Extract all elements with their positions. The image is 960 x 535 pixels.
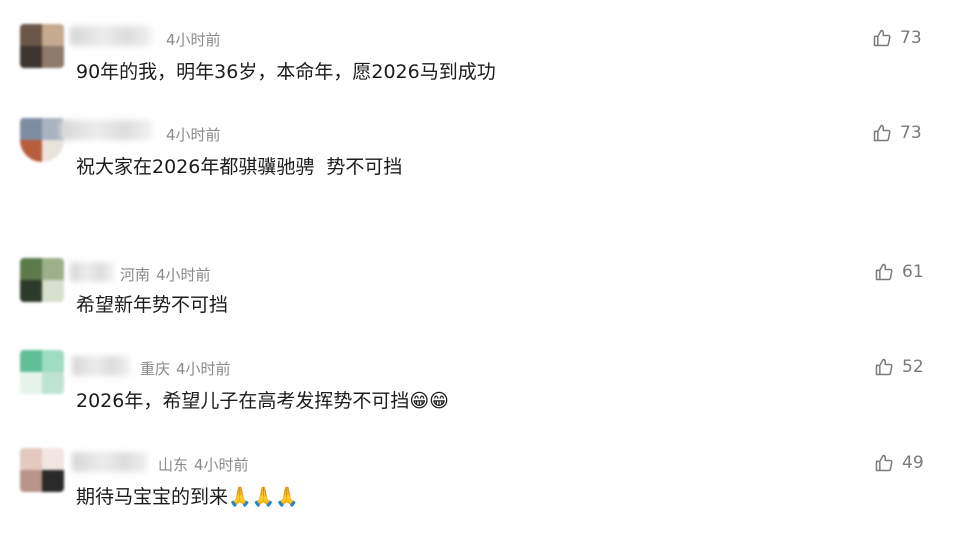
comment-time: 4小时前 bbox=[166, 31, 221, 49]
comment-text: 祝大家在2026年都骐骥驰骋 势不可挡 bbox=[76, 156, 403, 178]
comment-text: 2026年，希望儿子在高考发挥势不可挡😁😁 bbox=[76, 386, 449, 413]
username-blurred[interactable] bbox=[70, 262, 114, 282]
comment-location: 重庆 bbox=[140, 360, 171, 378]
like-count: 49 bbox=[902, 453, 924, 473]
like-count: 73 bbox=[900, 28, 922, 48]
like-count: 61 bbox=[902, 262, 924, 282]
comment-meta: 4小时前 bbox=[166, 29, 221, 50]
comment-text: 希望新年势不可挡 bbox=[76, 294, 229, 316]
comment-text-body: 期待马宝宝的到来 bbox=[76, 486, 229, 508]
username-blurred[interactable] bbox=[72, 356, 130, 376]
like-button[interactable]: 52 bbox=[874, 357, 924, 377]
like-button[interactable]: 61 bbox=[874, 262, 924, 282]
comment-location: 河南 bbox=[120, 266, 151, 284]
comment-text: 期待马宝宝的到来🙏🙏🙏 bbox=[76, 482, 299, 509]
thumbs-up-icon bbox=[873, 29, 891, 47]
comment-location: 山东 bbox=[158, 456, 189, 474]
comment-meta: 山东 4小时前 bbox=[158, 454, 249, 475]
thumbs-up-icon bbox=[875, 263, 893, 281]
like-count: 52 bbox=[902, 357, 924, 377]
like-count: 73 bbox=[900, 123, 922, 143]
comment-text-body: 2026年，希望儿子在高考发挥势不可挡 bbox=[76, 390, 410, 412]
comment-time: 4小时前 bbox=[166, 126, 221, 144]
comment-time: 4小时前 bbox=[194, 456, 249, 474]
thumbs-up-icon bbox=[875, 358, 893, 376]
emoji-pray: 🙏🙏🙏 bbox=[228, 486, 299, 508]
username-blurred[interactable] bbox=[72, 452, 148, 472]
like-button[interactable]: 73 bbox=[872, 28, 922, 48]
comment-text: 90年的我，明年36岁，本命年，愿2026马到成功 bbox=[76, 61, 496, 83]
comment-meta: 重庆 4小时前 bbox=[140, 358, 231, 379]
comment-meta: 4小时前 bbox=[166, 124, 221, 145]
emoji-grin: 😁😁 bbox=[409, 390, 449, 412]
comment-time: 4小时前 bbox=[176, 360, 231, 378]
avatar[interactable] bbox=[20, 448, 64, 492]
comment-time: 4小时前 bbox=[156, 266, 211, 284]
username-blurred[interactable] bbox=[70, 26, 152, 46]
like-button[interactable]: 73 bbox=[872, 123, 922, 143]
thumbs-up-icon bbox=[875, 454, 893, 472]
username-blurred[interactable] bbox=[60, 120, 152, 140]
thumbs-up-icon bbox=[873, 124, 891, 142]
like-button[interactable]: 49 bbox=[874, 453, 924, 473]
avatar[interactable] bbox=[20, 24, 64, 68]
comment-meta: 河南 4小时前 bbox=[120, 264, 211, 285]
avatar[interactable] bbox=[20, 118, 64, 162]
avatar[interactable] bbox=[20, 258, 64, 302]
avatar[interactable] bbox=[20, 350, 64, 394]
